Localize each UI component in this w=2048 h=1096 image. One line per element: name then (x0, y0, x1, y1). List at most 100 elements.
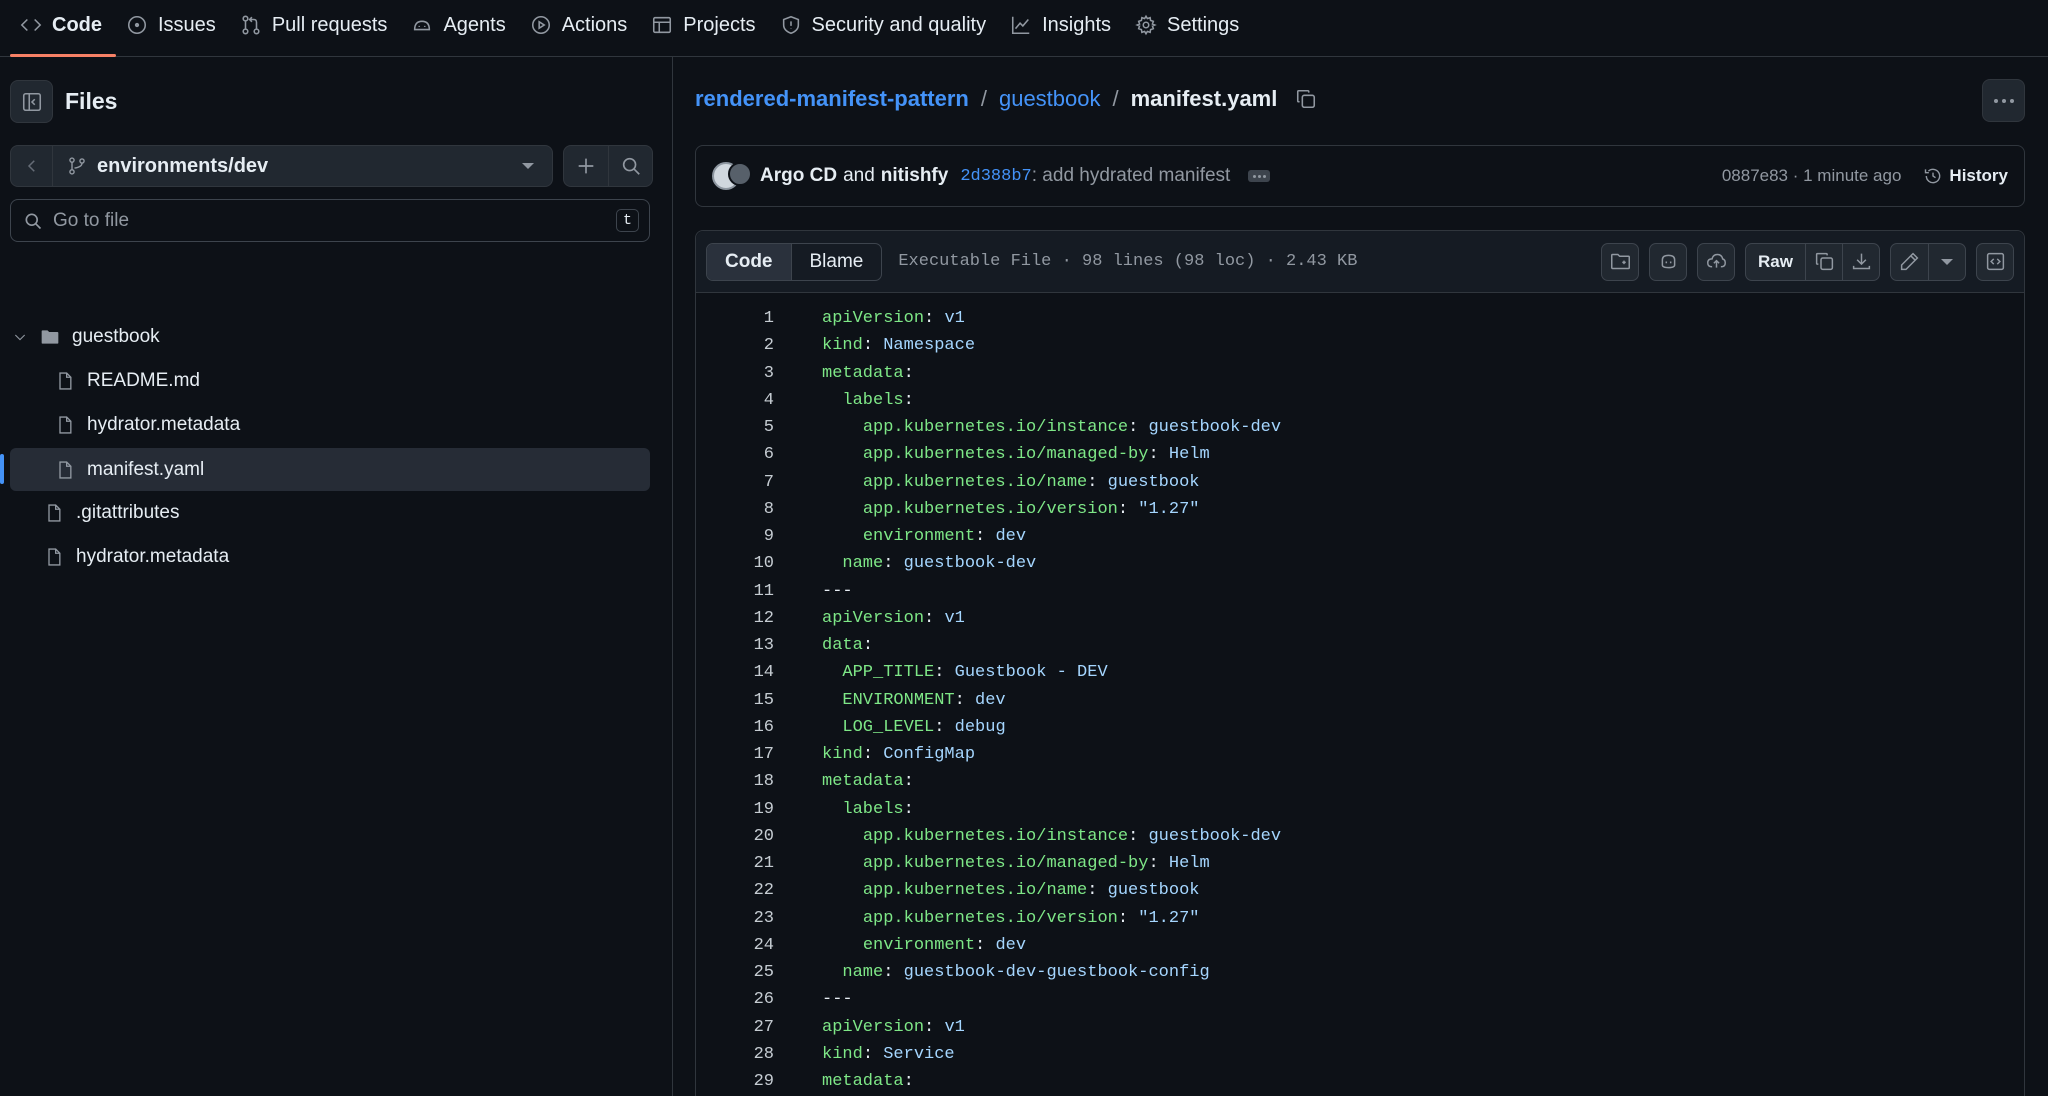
collapse-sidebar-button[interactable] (10, 80, 53, 123)
yaml-value: dev (975, 690, 1006, 710)
edit-dropdown-button[interactable] (1928, 243, 1965, 280)
line-content: app.kubernetes.io/managed-by: Helm (862, 445, 1210, 465)
yaml-key: app.kubernetes.io/version (862, 908, 1118, 928)
code-line: 26 --- (696, 986, 2024, 1013)
code-line: 21 app.kubernetes.io/managed-by: Helm (696, 850, 2024, 877)
chevron-left-icon (27, 160, 35, 172)
line-content: data: (822, 636, 874, 656)
tree-folder-guestbook[interactable]: guestbook (12, 315, 160, 358)
kebab-dot (2009, 98, 2014, 103)
line-number[interactable]: 20 (696, 827, 774, 846)
commit-message[interactable]: : add hydrated manifest (1032, 165, 1231, 187)
edit-button[interactable] (1891, 244, 1928, 280)
tab-actions[interactable]: Actions (520, 0, 642, 50)
history-button[interactable]: History (1923, 166, 2008, 186)
commit-sha-link[interactable]: 2d388b7 (960, 167, 1031, 186)
tree-file-manifest-yaml[interactable]: manifest.yaml (10, 448, 650, 491)
line-number[interactable]: 21 (696, 854, 774, 873)
chevron-down-icon (522, 163, 534, 169)
tab-label: Insights (1042, 13, 1112, 36)
code-square-icon (1986, 252, 2004, 271)
tab-insights[interactable]: Insights (1000, 0, 1125, 50)
line-number[interactable]: 1 (696, 309, 774, 328)
tree-file-hydrator-metadata[interactable]: hydrator.metadata (55, 403, 240, 446)
line-number[interactable]: 23 (696, 909, 774, 928)
tree-file-readme[interactable]: README.md (55, 359, 200, 402)
back-button[interactable] (11, 146, 53, 186)
yaml-key: app.kubernetes.io/name (862, 472, 1088, 492)
line-number[interactable]: 19 (696, 800, 774, 819)
line-number[interactable]: 2 (696, 336, 774, 355)
line-number[interactable]: 26 (696, 990, 774, 1009)
line-number[interactable]: 6 (696, 445, 774, 464)
branch-selector[interactable]: environments/dev (53, 146, 552, 186)
copy-path-icon[interactable] (1295, 88, 1317, 110)
file-icon (48, 547, 61, 566)
raw-button[interactable]: Raw (1746, 244, 1805, 280)
tree-file-hydrator-metadata-root[interactable]: hydrator.metadata (44, 535, 229, 578)
line-number[interactable]: 5 (696, 418, 774, 437)
line-number[interactable]: 11 (696, 582, 774, 601)
line-number[interactable]: 25 (696, 963, 774, 982)
line-number[interactable]: 4 (696, 391, 774, 410)
more-options-button[interactable] (1982, 79, 2025, 122)
yaml-key: kind (822, 1044, 863, 1064)
line-number[interactable]: 7 (696, 473, 774, 492)
tab-pull-requests[interactable]: Pull requests (230, 0, 402, 50)
tab-label: Security and quality (811, 13, 987, 36)
line-number[interactable]: 27 (696, 1018, 774, 1037)
download-icon (1852, 253, 1870, 270)
breadcrumb-repo-link[interactable]: rendered-manifest-pattern (695, 86, 969, 112)
avatar-stack (712, 162, 752, 190)
line-number[interactable]: 17 (696, 745, 774, 764)
issue-icon (127, 15, 147, 35)
tab-projects[interactable]: Projects (641, 0, 769, 50)
copilot-button[interactable] (1649, 242, 1688, 281)
add-file-button[interactable] (564, 146, 608, 186)
tab-settings[interactable]: Settings (1125, 0, 1253, 50)
search-files-button[interactable] (608, 146, 652, 186)
commit-author-1[interactable]: Argo CD (760, 165, 837, 187)
latest-commit-info[interactable]: 0887e83 · 1 minute ago (1722, 166, 1902, 186)
download-button[interactable] (1842, 243, 1879, 280)
line-number[interactable]: 15 (696, 691, 774, 710)
avatar[interactable] (728, 162, 752, 186)
line-number[interactable]: 29 (696, 1072, 774, 1091)
line-number[interactable]: 12 (696, 609, 774, 628)
yaml-value: Namespace (883, 336, 976, 356)
line-number[interactable]: 14 (696, 663, 774, 682)
tab-agents[interactable]: Agents (401, 0, 519, 50)
codespace-button[interactable] (1697, 242, 1736, 281)
breadcrumb-dir-link[interactable]: guestbook (999, 86, 1101, 112)
code-line: 6 app.kubernetes.io/managed-by: Helm (696, 441, 2024, 468)
tab-label: Agents (443, 13, 506, 36)
line-number[interactable]: 10 (696, 554, 774, 573)
line-number[interactable]: 3 (696, 364, 774, 383)
line-number[interactable]: 22 (696, 881, 774, 900)
go-to-file-input[interactable] (53, 209, 606, 232)
line-number[interactable]: 9 (696, 527, 774, 546)
line-number[interactable]: 28 (696, 1045, 774, 1064)
pencil-icon (1900, 252, 1919, 271)
blame-view-button[interactable]: Blame (792, 244, 882, 280)
symbols-panel-button[interactable] (1976, 242, 2014, 281)
tree-file-gitattributes[interactable]: .gitattributes (44, 491, 180, 534)
expand-commit-button[interactable] (1248, 170, 1271, 182)
go-to-file-field[interactable]: t (10, 199, 650, 242)
tab-security[interactable]: Security and quality (770, 0, 1001, 50)
copy-raw-button[interactable] (1805, 243, 1842, 280)
commit-author-2[interactable]: nitishfy (881, 165, 949, 187)
table-icon (653, 16, 672, 34)
kebab-dot (2001, 98, 2006, 103)
symbols-button[interactable] (1601, 242, 1640, 281)
yaml-value: guestbook-dev (903, 554, 1037, 574)
tab-issues[interactable]: Issues (116, 0, 230, 50)
line-number[interactable]: 8 (696, 500, 774, 519)
breadcrumb: rendered-manifest-pattern / guestbook / … (695, 86, 1317, 112)
line-number[interactable]: 16 (696, 718, 774, 737)
line-number[interactable]: 13 (696, 636, 774, 655)
line-number[interactable]: 24 (696, 936, 774, 955)
code-view-button[interactable]: Code (707, 243, 792, 280)
tab-code[interactable]: Code (10, 0, 116, 57)
line-number[interactable]: 18 (696, 772, 774, 791)
